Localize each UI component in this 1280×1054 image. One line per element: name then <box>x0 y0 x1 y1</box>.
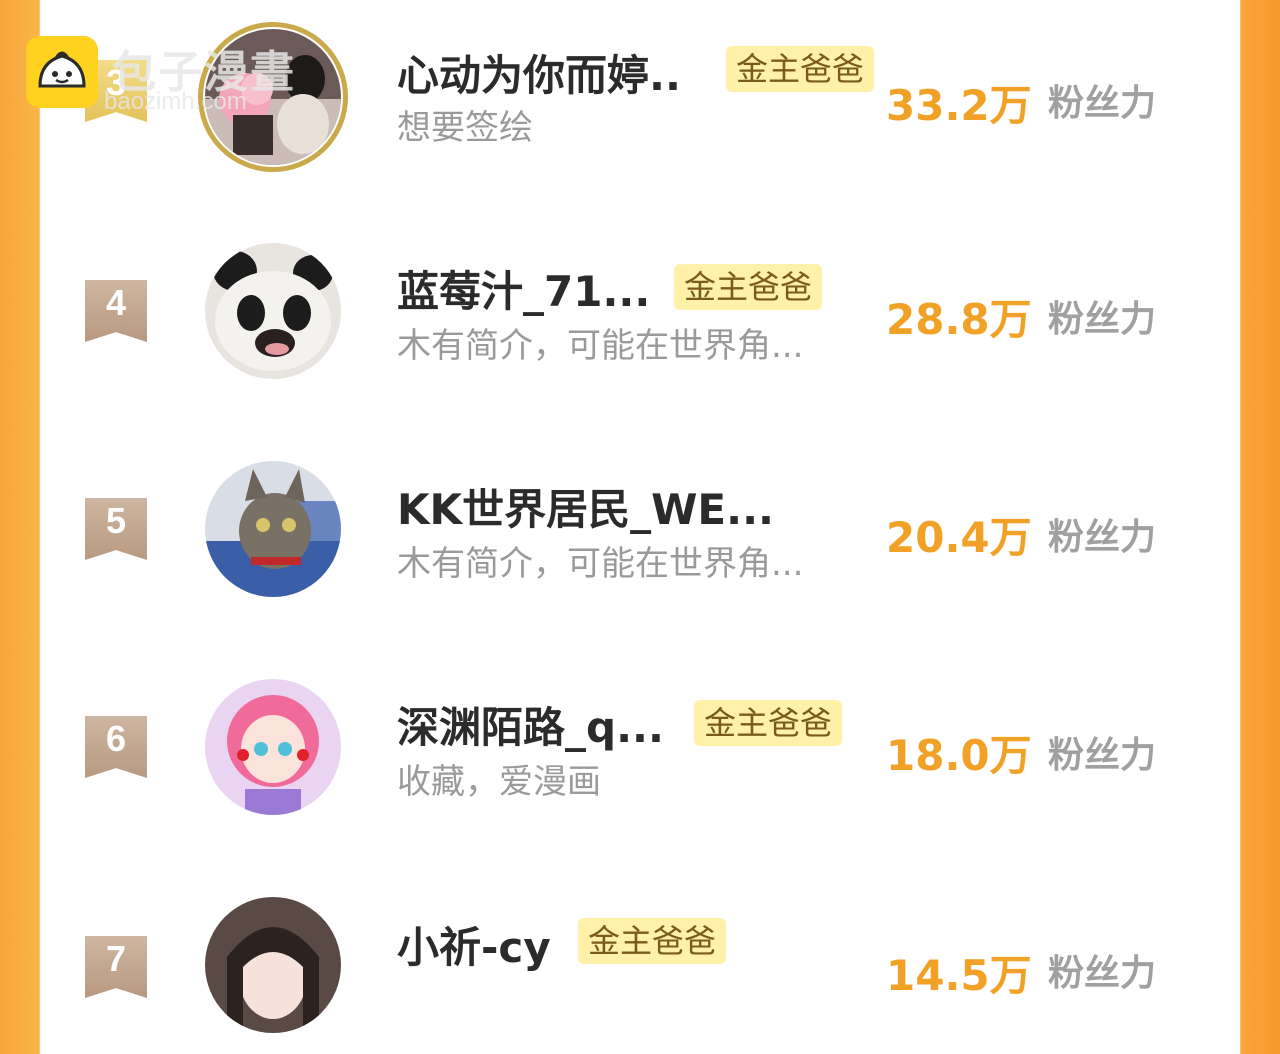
sponsor-badge: 金主爸爸 <box>726 46 875 92</box>
rank-number: 4 <box>105 282 127 323</box>
ranking-row[interactable]: 3 心动为你而婷.. 金主爸爸 想要签绘 33.2万 粉丝力 <box>40 12 1240 182</box>
fans-label: 粉丝力 <box>1048 735 1157 776</box>
user-bio: 木有简介，可能在世界角... <box>397 326 804 366</box>
user-name[interactable]: KK世界居民_WE... <box>397 476 774 537</box>
rank-number: 5 <box>105 500 127 541</box>
fan-score: 14.5万 <box>886 951 1032 1000</box>
fans-label: 粉丝力 <box>1048 517 1157 558</box>
fan-score: 18.0万 <box>886 731 1032 780</box>
ranking-row[interactable]: 5 KK世界居民_WE... 木有简介，可能在世界角... 20.4万 粉丝力 <box>40 448 1240 618</box>
user-bio: 想要签绘 <box>397 108 533 148</box>
rank-ribbon: 3 <box>85 60 147 122</box>
avatar[interactable] <box>205 243 341 379</box>
fans-label: 粉丝力 <box>1048 953 1157 994</box>
rank-number: 7 <box>105 938 127 979</box>
rank-ribbon: 4 <box>85 280 147 342</box>
fans-label: 粉丝力 <box>1048 299 1157 340</box>
avatar[interactable] <box>205 897 341 1033</box>
user-name[interactable]: 蓝莓汁_71... <box>397 258 650 319</box>
avatar[interactable] <box>205 679 341 815</box>
user-bio: 木有简介，可能在世界角... <box>397 544 804 584</box>
ranking-row[interactable]: 4 蓝莓汁_71... 金主爸爸 木有简介，可能在世界角... 28.8万 粉丝… <box>40 230 1240 400</box>
user-bio: 收藏，爱漫画 <box>397 762 601 802</box>
user-name[interactable]: 心动为你而婷.. <box>397 42 681 103</box>
rank-ribbon: 6 <box>85 716 147 778</box>
avatar[interactable] <box>205 461 341 597</box>
sponsor-badge: 金主爸爸 <box>694 700 843 746</box>
ranking-row[interactable]: 7 小祈-cy 金主爸爸 14.5万 粉丝力 <box>40 884 1240 1054</box>
fan-score: 28.8万 <box>886 295 1032 344</box>
ranking-row[interactable]: 6 深渊陌路_q... 金主爸爸 收藏，爱漫画 18.0万 粉丝力 <box>40 666 1240 836</box>
rank-number: 3 <box>105 62 127 103</box>
fan-score: 33.2万 <box>886 81 1032 130</box>
user-name[interactable]: 小祈-cy <box>397 914 551 975</box>
fans-label: 粉丝力 <box>1048 83 1157 124</box>
ranking-panel: 3 心动为你而婷.. 金主爸爸 想要签绘 33.2万 粉丝力 4 蓝莓汁_71.… <box>40 0 1240 1033</box>
sponsor-badge: 金主爸爸 <box>674 264 823 310</box>
avatar[interactable] <box>205 29 341 165</box>
rank-ribbon: 5 <box>85 498 147 560</box>
user-name[interactable]: 深渊陌路_q... <box>397 694 664 755</box>
fan-score: 20.4万 <box>886 513 1032 562</box>
rank-ribbon: 7 <box>85 936 147 998</box>
rank-number: 6 <box>105 718 127 759</box>
sponsor-badge: 金主爸爸 <box>578 918 727 964</box>
